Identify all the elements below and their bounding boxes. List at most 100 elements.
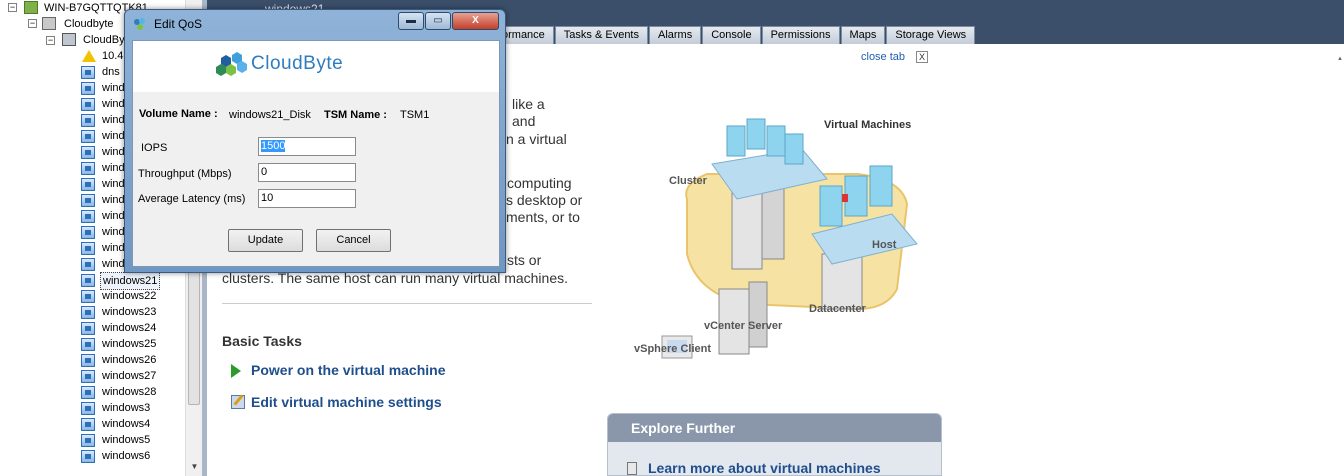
learn-more-link[interactable]: Learn more about virtual machines bbox=[648, 460, 881, 475]
throughput-label: Throughput (Mbps) bbox=[138, 168, 232, 180]
explore-further-panel: Explore Further Learn more about virtual… bbox=[607, 413, 942, 476]
logo-banner: CloudByte bbox=[133, 41, 499, 92]
basic-tasks-heading: Basic Tasks bbox=[222, 333, 302, 349]
tree-row-vm[interactable]: windows6 bbox=[0, 448, 185, 464]
task-label: Power on the virtual machine bbox=[251, 362, 446, 378]
intro-text: n a virtual bbox=[506, 131, 567, 147]
virtual-machine-icon bbox=[81, 162, 95, 175]
document-icon bbox=[627, 462, 637, 475]
tree-row-vm[interactable]: windows5 bbox=[0, 432, 185, 448]
diagram-label-host: Host bbox=[872, 239, 897, 251]
collapse-toggle[interactable]: − bbox=[8, 3, 17, 12]
tree-row-vm[interactable]: windows28 bbox=[0, 384, 185, 400]
cloudbyte-app-icon bbox=[134, 18, 145, 30]
tree-label-vm: windows25 bbox=[102, 338, 157, 350]
intro-text: sts or bbox=[507, 252, 542, 268]
vcenter-icon bbox=[24, 1, 38, 14]
tree-row-vm[interactable]: windows21 bbox=[0, 272, 185, 290]
update-button[interactable]: Update bbox=[228, 229, 303, 252]
virtual-machine-icon bbox=[81, 418, 95, 431]
minimize-icon[interactable]: ▬ bbox=[398, 12, 424, 30]
tree-row-vm[interactable]: windows22 bbox=[0, 288, 185, 304]
edit-settings-icon bbox=[231, 395, 245, 409]
section-divider bbox=[222, 303, 592, 304]
tree-row-vm[interactable]: windows26 bbox=[0, 352, 185, 368]
close-icon[interactable]: X bbox=[452, 12, 499, 30]
diagram-label-vsphere: vSphere Client bbox=[634, 343, 712, 355]
virtual-machine-icon bbox=[81, 66, 95, 79]
tree-label-vm: windows3 bbox=[102, 402, 151, 414]
tab-maps[interactable]: Maps bbox=[840, 26, 886, 44]
host-server bbox=[821, 253, 863, 310]
volume-name-label: Volume Name : bbox=[139, 108, 218, 120]
cancel-button[interactable]: Cancel bbox=[316, 229, 391, 252]
virtual-machine-icon bbox=[81, 274, 95, 287]
tree-label-vm: windows28 bbox=[102, 386, 157, 398]
tab-alarms[interactable]: Alarms bbox=[649, 26, 702, 44]
tree-label-cluster: CloudBy bbox=[83, 34, 125, 46]
virtual-machine-icon bbox=[81, 258, 95, 271]
intro-text: ments, or to bbox=[506, 209, 580, 225]
tab-console[interactable]: Console bbox=[702, 26, 761, 44]
tree-row-vm[interactable]: windows25 bbox=[0, 336, 185, 352]
virtual-machine-icon bbox=[81, 290, 95, 303]
virtual-machine-icon bbox=[81, 306, 95, 319]
vcenter-server bbox=[718, 281, 768, 355]
tree-row-vm[interactable]: windows23 bbox=[0, 304, 185, 320]
virtual-machine-icon bbox=[81, 98, 95, 111]
main-scrollbar[interactable] bbox=[1337, 48, 1344, 476]
iops-input[interactable]: 1500 bbox=[258, 137, 356, 156]
virtual-machine-icon bbox=[81, 242, 95, 255]
virtual-machine-icon bbox=[81, 130, 95, 143]
warning-icon bbox=[82, 50, 96, 62]
cluster-icon bbox=[62, 33, 76, 46]
tree-label-vm: windows4 bbox=[102, 418, 151, 430]
collapse-toggle[interactable]: − bbox=[46, 36, 55, 45]
maximize-icon[interactable]: ▭ bbox=[425, 12, 451, 30]
scroll-down-arrow-icon[interactable]: ▼ bbox=[186, 458, 203, 475]
iops-label: IOPS bbox=[141, 142, 168, 154]
tsm-name-label: TSM Name : bbox=[324, 109, 387, 121]
latency-label: Average Latency (ms) bbox=[138, 193, 246, 205]
cloudbyte-logo-icon bbox=[216, 52, 247, 76]
tab-bar: ormance Tasks & Events Alarms Console Pe… bbox=[487, 26, 976, 44]
tree-label-vm: windows27 bbox=[102, 370, 157, 382]
diagram-label-cluster: Cluster bbox=[669, 175, 707, 187]
iops-value: 1500 bbox=[261, 140, 286, 152]
tree-row-vm[interactable]: windows24 bbox=[0, 320, 185, 336]
tree-row-vm[interactable]: windows4 bbox=[0, 416, 185, 432]
tab-storage-views[interactable]: Storage Views bbox=[886, 26, 976, 44]
virtual-machine-icon bbox=[81, 322, 95, 335]
explore-further-heading: Explore Further bbox=[608, 414, 941, 442]
play-icon bbox=[231, 364, 241, 378]
virtual-machine-icon bbox=[81, 82, 95, 95]
tree-label-vm: windows22 bbox=[102, 290, 157, 302]
tab-permissions[interactable]: Permissions bbox=[761, 26, 840, 44]
close-tab-icon[interactable]: X bbox=[916, 51, 928, 63]
tree-label-vm: windows24 bbox=[102, 322, 157, 334]
tree-label-vm: windows26 bbox=[102, 354, 157, 366]
tab-tasks-events[interactable]: Tasks & Events bbox=[554, 26, 648, 44]
tree-label-host: 10.4 bbox=[102, 50, 124, 62]
tsm-name-value: TSM1 bbox=[400, 109, 430, 121]
dialog-body: CloudByte Volume Name : windows21_Disk T… bbox=[132, 40, 500, 267]
intro-text: computing bbox=[507, 175, 572, 191]
latency-input[interactable]: 10 bbox=[258, 189, 356, 208]
tree-row-vm[interactable]: windows27 bbox=[0, 368, 185, 384]
tree-row-vm[interactable]: windows3 bbox=[0, 400, 185, 416]
diagram-label-datacenter: Datacenter bbox=[809, 303, 866, 315]
virtual-machine-icon bbox=[81, 146, 95, 159]
virtual-machine-icon bbox=[81, 370, 95, 383]
tree-label-vm: windows6 bbox=[102, 450, 151, 462]
tree-label-vm: windows23 bbox=[102, 306, 157, 318]
datacenter-icon bbox=[42, 17, 56, 30]
dialog-titlebar[interactable]: Edit QoS ▬ ▭ X bbox=[125, 10, 505, 38]
tree-label-datacenter: Cloudbyte bbox=[64, 18, 114, 30]
close-tab-link[interactable]: close tab bbox=[861, 51, 905, 63]
intro-text: and bbox=[512, 113, 536, 129]
virtual-machine-icon bbox=[81, 434, 95, 447]
collapse-toggle[interactable]: − bbox=[28, 19, 37, 28]
intro-text: s desktop or bbox=[506, 192, 583, 208]
throughput-input[interactable]: 0 bbox=[258, 163, 356, 182]
tree-label-vm: dns bbox=[102, 66, 120, 78]
